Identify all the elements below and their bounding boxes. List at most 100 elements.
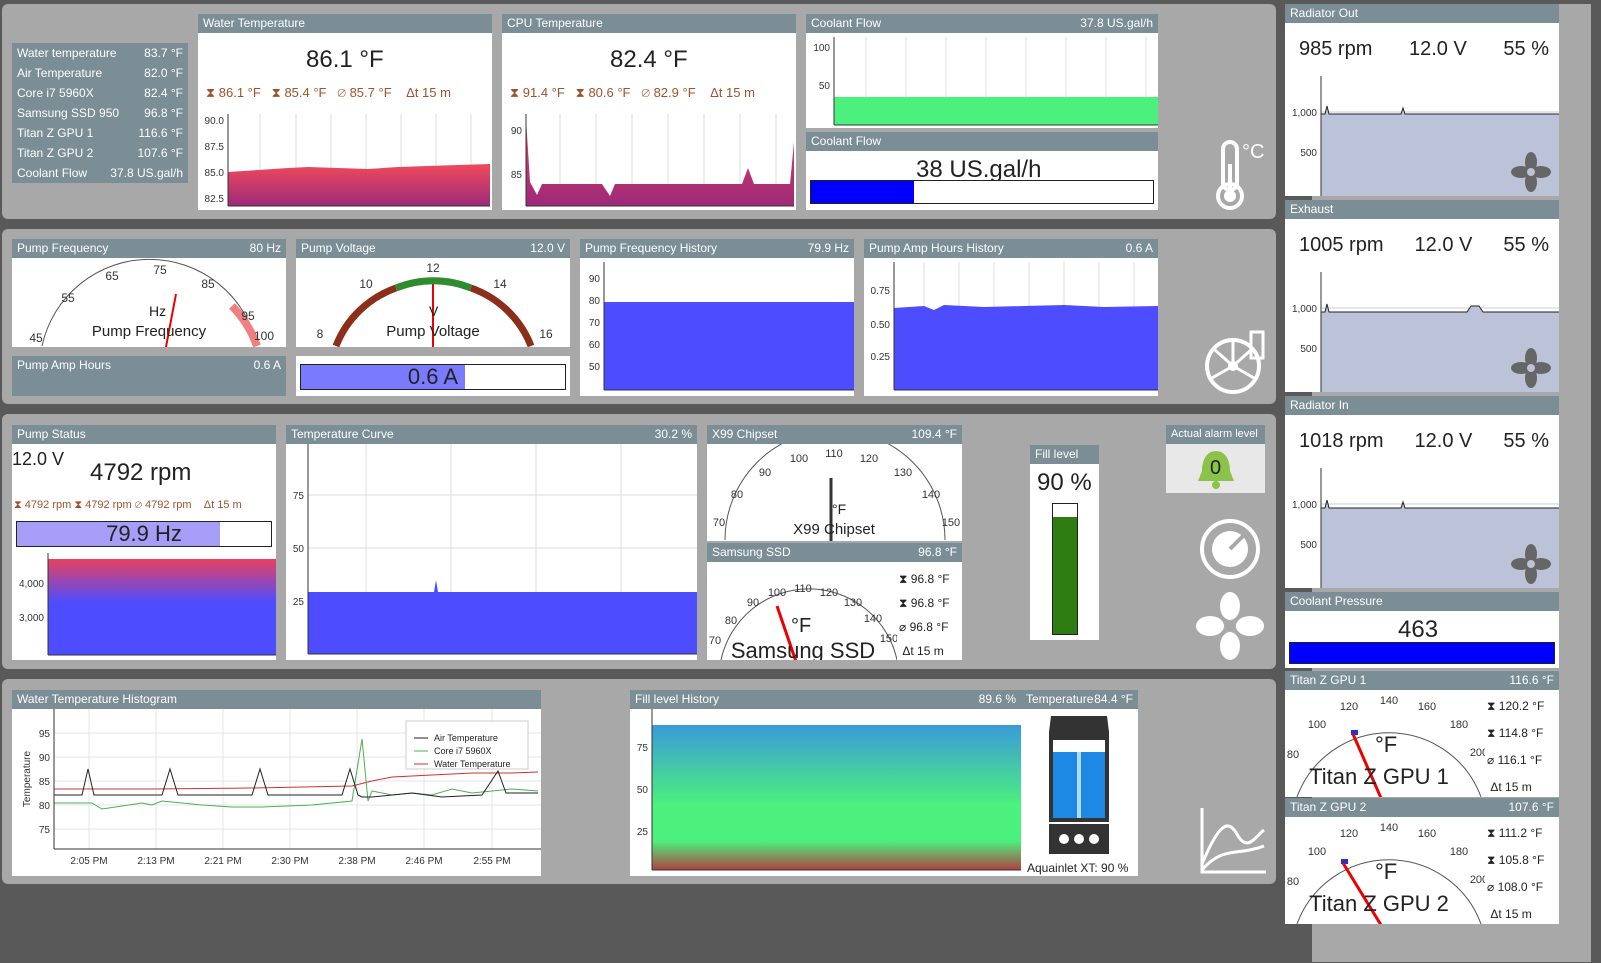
fill-level-history-chart: 75 50 25 (637, 709, 1021, 871)
max-icon: ⧗ (899, 572, 908, 586)
gauge-label: Titan Z GPU 1 (1309, 764, 1449, 789)
tick-label: 75 (39, 825, 51, 836)
avg-icon: ⌀ (641, 85, 650, 100)
panel-title: Samsung SSD (712, 545, 791, 559)
panel-title: X99 Chipset (712, 427, 778, 441)
legend-entry: Air Temperature (434, 733, 498, 743)
panel-title: Fill level History (635, 692, 720, 706)
min-icon: ⧗ (899, 596, 908, 610)
tick-label: 80 (725, 615, 737, 627)
tick-label: 70 (713, 517, 725, 529)
avg-icon: ⌀ (899, 620, 907, 634)
water-temperature-value: 86.1 °F (306, 46, 384, 73)
delta-time-icon: Δt (203, 499, 215, 511)
sensor-value: 37.8 US.gal/h (110, 166, 183, 180)
avg-value: 116.1 °F (1497, 753, 1543, 767)
panel-value: 37.8 US.gal/h (1080, 16, 1153, 30)
delta-time-icon: Δt (1490, 907, 1502, 921)
min-icon: ⧗ (271, 85, 281, 100)
sensor-value: 116.6 °F (138, 126, 183, 140)
span-value: 15 m (1505, 907, 1532, 921)
tick-label: 85 (39, 777, 51, 788)
sensor-row: Titan Z GPU 2 107.6 °F (12, 143, 188, 163)
tick-label: 25 (637, 827, 649, 838)
tick-label: 140 (922, 489, 940, 501)
sensor-row: Water temperature 83.7 °F (12, 43, 188, 63)
tick-label: 55 (61, 291, 75, 305)
max-value: 120.2 °F (1498, 699, 1545, 713)
fan-rpm: 1005 rpm (1299, 234, 1384, 256)
tick-label: 12 (426, 261, 440, 275)
min-value: 80.6 °F (588, 85, 631, 100)
tick-label: 14 (493, 277, 507, 291)
pump-amp-history-panel: Pump Amp Hours History 0.6 A 0.75 0.50 0.… (864, 239, 1158, 396)
tick-label: 100 (254, 329, 274, 343)
reservoir-icon (1049, 716, 1109, 854)
chart-icon (1200, 808, 1266, 874)
avg-value: 4792 rpm (145, 499, 192, 511)
sensor-label: Samsung SSD 950 (17, 106, 120, 120)
max-value: 4792 rpm (24, 499, 72, 511)
tick-label: 90 (589, 274, 601, 285)
panel-title: Pump Voltage (301, 241, 376, 255)
panel-title: Temperature (1026, 692, 1094, 706)
panel-value: 107.6 °F (1508, 800, 1555, 814)
min-value: 96.8 °F (910, 596, 950, 610)
gauge-label: Titan Z GPU 2 (1309, 891, 1449, 916)
fill-level-gauge-fill (1053, 517, 1077, 634)
gauge-label: Pump Frequency (92, 323, 207, 340)
gauge-unit: V (429, 303, 439, 319)
coolant-flow-bar-fill (811, 181, 914, 203)
coolant-flow-chart: 100 50 (813, 37, 1158, 126)
tick-label: 0.25 (871, 352, 891, 363)
max-value: 86.1 °F (218, 85, 261, 100)
sensor-label: Coolant Flow (17, 166, 88, 180)
tick-label: 85 (201, 277, 215, 291)
panel-title: Coolant Pressure (1290, 594, 1383, 608)
sensor-label: Core i7 5960X (17, 86, 94, 100)
tick-label: 4,000 (19, 579, 44, 590)
pump-status-panel: Pump Status 12.0 V 4792 rpm ⧗ 4792 rpm ⧗… (12, 425, 276, 660)
panel-value: 116.6 °F (1509, 673, 1554, 687)
sensor-row: Core i7 5960X 82.4 °F (12, 83, 188, 103)
gauge-unit: °F (1375, 859, 1397, 884)
fan-percent: 55 % (1503, 234, 1549, 256)
axis-label: Temperature (22, 750, 33, 807)
tick-label: 70 (709, 635, 721, 647)
legend-entry: Core i7 5960X (434, 746, 492, 756)
gauge-unit: °F (1375, 732, 1397, 757)
pump-frequency-history-panel: Pump Frequency History 79.9 Hz 90 80 70 6… (580, 239, 854, 396)
pump-amp-history-chart: 0.75 0.50 0.25 (871, 262, 1158, 391)
water-temperature-histogram-panel: Water Temperature Histogram 95 90 85 80 … (12, 690, 541, 876)
tick-label: 80 (589, 296, 601, 307)
tick-label: 160 (1418, 701, 1436, 713)
panel-value: 0.6 A (1125, 241, 1153, 255)
panel-value: 30.2 % (654, 427, 692, 441)
pump-rpm-value: 4792 rpm (90, 459, 192, 486)
tick-label: 110 (794, 583, 812, 595)
tick-label: 90 (511, 126, 523, 137)
tick-label: 160 (1418, 828, 1436, 840)
fan-icon (1196, 592, 1264, 660)
fan-panel: Radiator In 1018 rpm 12.0 V 55 % 1,000 500 (1285, 396, 1559, 588)
panel-title: Coolant Flow (811, 134, 882, 148)
unit-toggle-celsius[interactable]: °C (1242, 141, 1264, 164)
fan-rpm-chart: 1,000 500 (1292, 468, 1559, 588)
water-temperature-chart: 90.0 87.5 85.0 82.5 (205, 114, 490, 207)
fill-level-panel: Fill level 90 % (1030, 445, 1099, 640)
tick-label: 8 (317, 327, 324, 341)
pump-frequency-bar: 79.9 Hz (16, 521, 272, 547)
tick-label: 2:46 PM (405, 856, 442, 867)
coolant-pressure-bar-fill (1290, 643, 1554, 663)
tick-label: 90 (747, 597, 759, 609)
cpu-temperature-chart: 90 85 (511, 114, 794, 207)
min-value: 105.8 °F (1498, 853, 1545, 867)
panel-title: Pump Amp Hours (17, 358, 112, 372)
tick-label: 140 (1380, 695, 1398, 707)
tick-label: 2:30 PM (271, 856, 308, 867)
min-icon: ⧗ (74, 499, 83, 511)
tick-label: 100 (768, 587, 786, 599)
samsung-ssd-panel: Samsung SSD 96.8 °F 70 80 90 100 110 120 … (707, 543, 962, 660)
fill-level-history-panel: Fill level History 89.6 % 75 50 25 (630, 690, 1021, 876)
tick-label: 25 (293, 597, 305, 608)
